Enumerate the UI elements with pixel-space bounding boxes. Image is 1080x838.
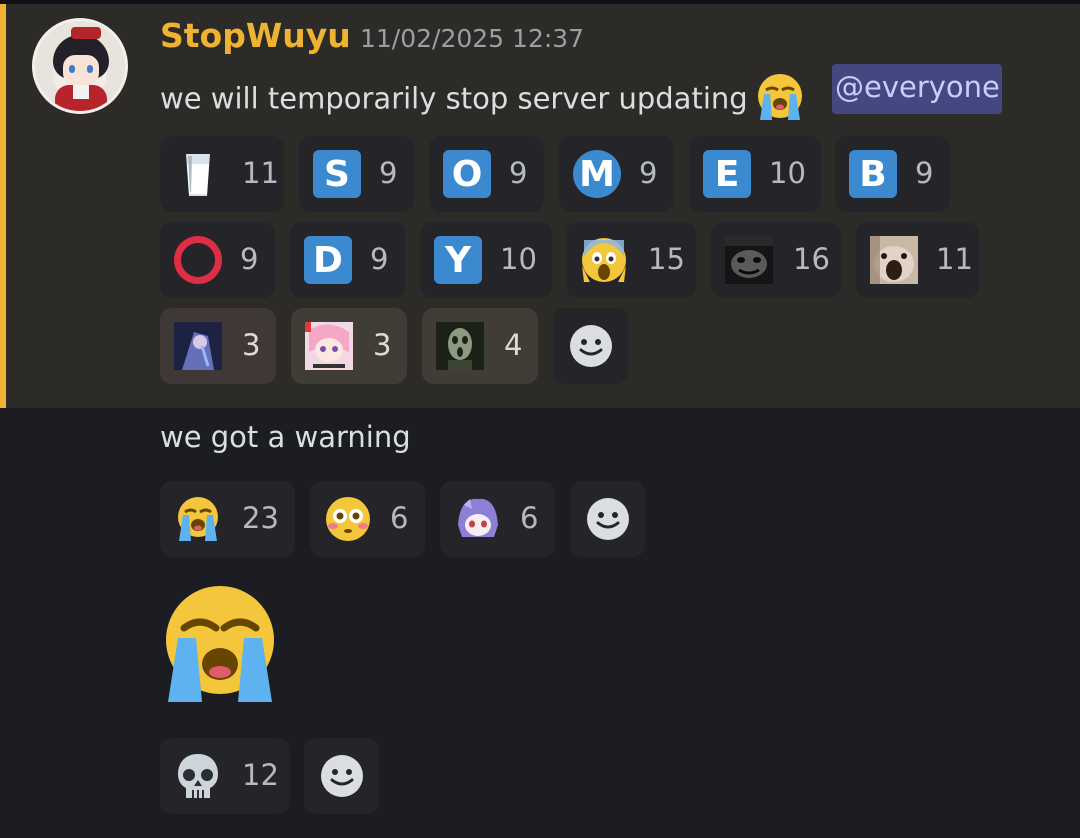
- reaction-count: 11: [936, 242, 973, 276]
- letter-d-icon: D: [304, 236, 352, 284]
- reaction-ghost-face-emote[interactable]: 4: [422, 308, 538, 384]
- reaction-anime-girl-pink-emote[interactable]: 3: [291, 308, 407, 384]
- reaction-count: 9: [379, 156, 398, 190]
- reaction-metro-m[interactable]: M 9: [559, 136, 674, 212]
- add-reaction-smile-icon: [567, 322, 615, 370]
- reaction-count: 23: [242, 501, 279, 535]
- reaction-count: 15: [648, 242, 685, 276]
- reaction-count: 3: [373, 328, 392, 362]
- reaction-letter-o[interactable]: O 9: [429, 136, 544, 212]
- anime-girl-emote-icon: [174, 322, 222, 370]
- reaction-letter-b[interactable]: B 9: [835, 136, 950, 212]
- letter-b-icon: B: [849, 150, 897, 198]
- add-reaction-button[interactable]: [304, 738, 379, 814]
- reaction-count: 9: [370, 242, 389, 276]
- ghost-face-emote-icon: [436, 322, 484, 370]
- letter-y-icon: Y: [434, 236, 482, 284]
- add-reaction-button[interactable]: [570, 481, 645, 557]
- skull-icon: [174, 752, 222, 800]
- anime-girl-purple-emote-icon: [454, 495, 502, 543]
- reaction-letter-s[interactable]: S 9: [299, 136, 414, 212]
- reaction-letter-d[interactable]: D 9: [290, 222, 405, 298]
- reaction-count: 4: [504, 328, 523, 362]
- loudly-crying-face-icon: [754, 72, 806, 129]
- reaction-anime-girl-emote[interactable]: 3: [160, 308, 276, 384]
- reaction-count: 10: [500, 242, 537, 276]
- add-reaction-button[interactable]: [553, 308, 628, 384]
- reaction-screaming-face[interactable]: 15: [566, 222, 696, 298]
- hamster-emote-icon: [870, 236, 918, 284]
- reaction-letter-y[interactable]: Y 10: [420, 222, 552, 298]
- metro-m-icon: M: [573, 150, 621, 198]
- reaction-dark-face-emote[interactable]: 16: [711, 222, 841, 298]
- add-reaction-smile-icon: [584, 495, 632, 543]
- message-text: we will temporarily stop server updating: [160, 72, 806, 129]
- timestamp: 11/02/2025 12:37: [360, 24, 585, 53]
- reaction-count: 12: [242, 758, 279, 792]
- message-text: we got a warning: [160, 420, 411, 454]
- reaction-skull[interactable]: 12: [160, 738, 290, 814]
- mention-accent-bar: [0, 4, 6, 408]
- reaction-count: 11: [242, 156, 279, 190]
- letter-s-icon: S: [313, 150, 361, 198]
- reaction-count: 6: [520, 501, 539, 535]
- reaction-red-circle[interactable]: 9: [160, 222, 275, 298]
- big-loudly-crying-face-icon: [158, 584, 282, 708]
- dark-face-emote-icon: [725, 236, 773, 284]
- reaction-count: 3: [242, 328, 261, 362]
- add-reaction-smile-icon: [318, 752, 366, 800]
- flushed-face-icon: [324, 495, 372, 543]
- letter-e-icon: E: [703, 150, 751, 198]
- reaction-milk[interactable]: 11: [160, 136, 284, 212]
- red-circle-icon: [174, 236, 222, 284]
- reaction-anime-girl-purple-emote[interactable]: 6: [440, 481, 555, 557]
- reaction-count: 6: [390, 501, 409, 535]
- reaction-count: 9: [915, 156, 934, 190]
- everyone-mention[interactable]: @everyone: [832, 64, 1002, 114]
- reaction-count: 9: [639, 156, 658, 190]
- avatar[interactable]: [32, 18, 128, 114]
- reaction-flushed-face[interactable]: 6: [310, 481, 425, 557]
- screaming-face-icon: [580, 236, 628, 284]
- anime-girl-pink-emote-icon: [305, 322, 353, 370]
- reaction-hamster-emote[interactable]: 11: [856, 222, 979, 298]
- reaction-count: 16: [793, 242, 830, 276]
- reaction-letter-e[interactable]: E 10: [689, 136, 821, 212]
- reaction-count: 9: [509, 156, 528, 190]
- reaction-count: 10: [769, 156, 806, 190]
- milk-glass-icon: [174, 150, 222, 198]
- reaction-loudly-crying[interactable]: 23: [160, 481, 295, 557]
- message-text-content: we will temporarily stop server updating: [160, 81, 748, 116]
- loudly-crying-face-icon: [174, 495, 222, 543]
- reaction-count: 9: [240, 242, 259, 276]
- letter-o-icon: O: [443, 150, 491, 198]
- username[interactable]: StopWuyu: [160, 16, 351, 55]
